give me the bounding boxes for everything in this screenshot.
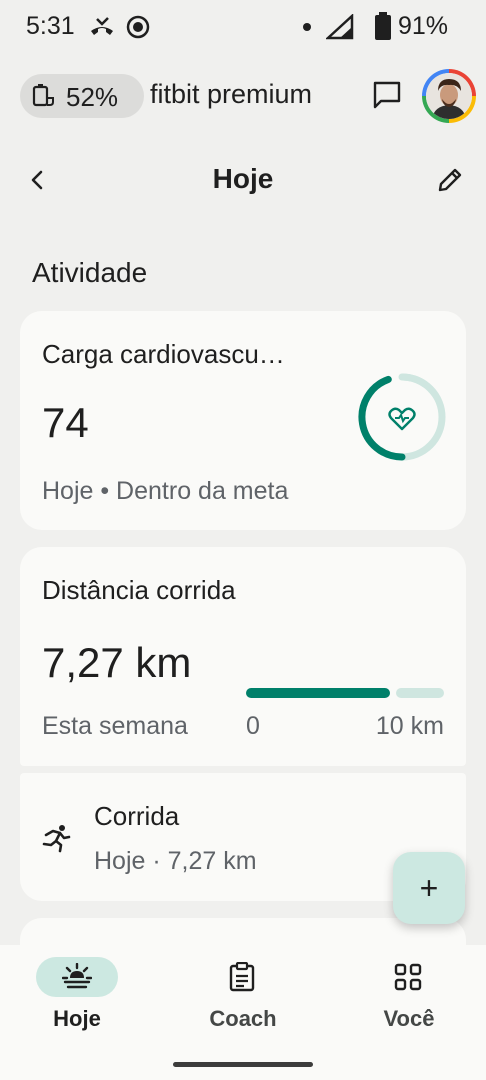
status-time: 5:31 (26, 12, 75, 40)
device-battery-icon (32, 84, 54, 107)
range-min-label: 0 (246, 712, 260, 740)
edit-icon[interactable] (436, 166, 464, 194)
distance-card[interactable]: Distância corrida 7,27 km Esta semana 0 … (20, 547, 466, 766)
cardio-load-subtitle: Hoje • Dentro da meta (42, 477, 289, 505)
battery-icon (375, 12, 391, 40)
distance-progress-fill (246, 688, 390, 698)
heart-icon (388, 407, 416, 431)
dot-icon (303, 23, 311, 31)
nav-label-hoje: Hoje (53, 1006, 101, 1031)
distance-value: 7,27 km (42, 639, 192, 686)
run-title: Corrida (94, 801, 180, 831)
bottom-navigation: Hoje Coach Você (0, 945, 486, 1080)
avatar[interactable] (422, 69, 476, 123)
cardio-load-card[interactable]: Carga cardiovascu… 74 Hoje • Dentro da m… (20, 311, 466, 530)
profile-photo (426, 73, 472, 119)
add-button[interactable]: + (393, 852, 465, 924)
nav-item-coach[interactable]: Coach (166, 945, 320, 1055)
nav-item-hoje[interactable]: Hoje (0, 945, 154, 1055)
range-max-label: 10 km (375, 712, 444, 740)
nav-label-coach: Coach (209, 1006, 277, 1031)
device-battery-percent: 52% (66, 82, 119, 112)
distance-progress-track (396, 688, 444, 698)
cardio-load-value: 74 (42, 399, 89, 446)
device-battery-chip[interactable]: 52% (20, 74, 144, 118)
data-saver-icon (126, 15, 150, 39)
section-title: Atividade (32, 257, 148, 288)
nav-item-voce[interactable]: Você (332, 945, 486, 1055)
running-icon (42, 825, 71, 853)
nav-label-voce: Você (383, 1006, 435, 1031)
missed-call-icon (91, 17, 113, 35)
distance-title: Distância corrida (42, 575, 236, 605)
run-subtitle: Hoje · 7,27 km (94, 847, 257, 875)
status-bar: 5:31 91% (0, 0, 486, 54)
page-title: Hoje (212, 163, 274, 194)
signal-icon (326, 14, 354, 40)
home-indicator[interactable] (173, 1062, 313, 1067)
status-battery: 91% (398, 12, 449, 40)
brand-title: fitbit premium (150, 79, 313, 109)
chat-icon[interactable] (372, 80, 402, 110)
distance-period: Esta semana (42, 712, 188, 740)
cardio-load-title: Carga cardiovascu… (42, 339, 285, 369)
